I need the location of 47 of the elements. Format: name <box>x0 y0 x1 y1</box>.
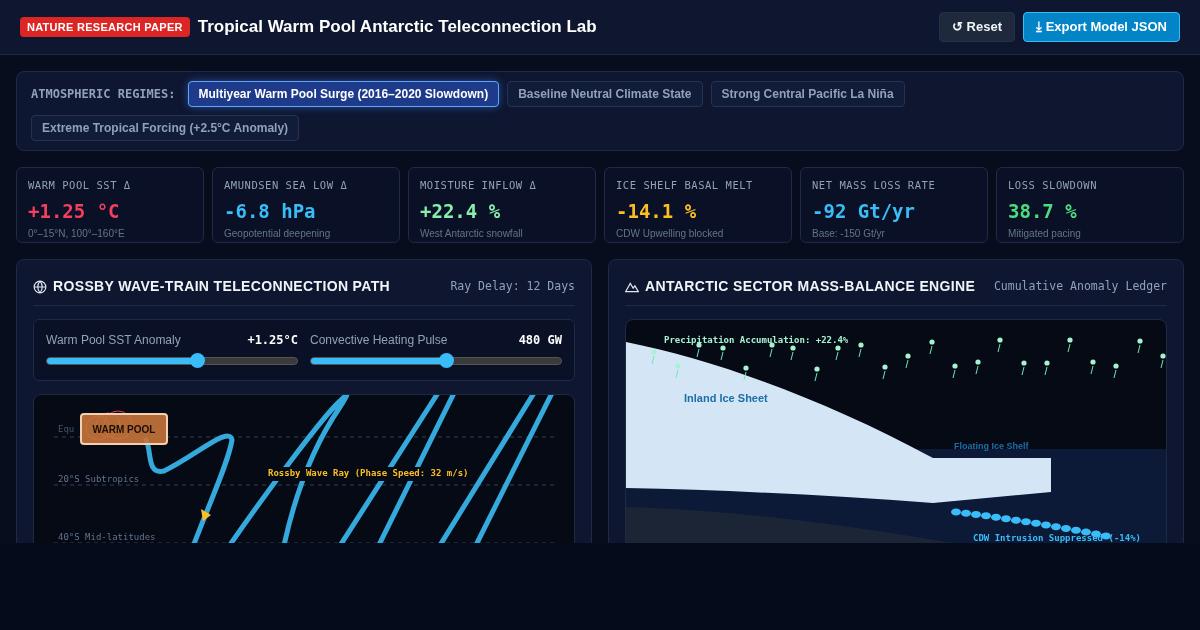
metric-note: Base: -150 Gt/yr <box>812 227 886 242</box>
ice-shelf-label: Floating Ice Shelf <box>954 440 1029 453</box>
warm-pool-node: WARM POOL <box>80 413 168 445</box>
metric-value: -14.1 % <box>616 198 698 224</box>
metric-label: ICE SHELF BASAL MELT <box>616 178 754 193</box>
panel-title: ROSSBY WAVE-TRAIN TELECONNECTION PATH <box>53 277 391 296</box>
metric-label: LOSS SLOWDOWN <box>1008 178 1098 193</box>
metric-label: WARM POOL SST Δ <box>28 178 132 193</box>
latitude-label: 40°S Mid-latitudes <box>58 531 156 543</box>
metric-note: CDW Upwelling blocked <box>616 227 725 242</box>
metric-value: -92 Gt/yr <box>812 198 916 224</box>
paper-badge: NATURE RESEARCH PAPER <box>20 16 190 38</box>
slider-label: Warm Pool SST Anomaly <box>46 332 181 349</box>
regime-tab[interactable]: Baseline Neutral Climate State <box>507 81 703 107</box>
panel-meta: Cumulative Anomaly Ledger <box>993 277 1167 295</box>
slider-reading: +1.25°C <box>247 332 298 349</box>
regime-tab[interactable]: Multiyear Warm Pool Surge (2016–2020 Slowdown) <box>187 81 500 107</box>
metric-value: 38.7 % <box>1008 198 1078 224</box>
export-button[interactable]: ⤓ Export Model JSON <box>1023 12 1180 42</box>
inland-ice-label: Inland Ice Sheet <box>684 391 768 406</box>
regime-tab[interactable]: Strong Central Pacific La Niña <box>710 81 905 107</box>
latitude-label: 20°S Subtropics <box>58 473 140 486</box>
slider-label: Convective Heating Pulse <box>310 332 448 349</box>
arrow-head-icon <box>201 509 211 521</box>
metric-note: Geopotential deepening <box>224 227 332 242</box>
metric-label: NET MASS LOSS RATE <box>812 178 937 193</box>
reset-button[interactable]: ↺ Reset <box>939 12 1016 42</box>
slider-thumb[interactable] <box>190 353 205 368</box>
regime-tab[interactable]: Extreme Tropical Forcing (+2.5°C Anomaly) <box>31 115 300 141</box>
panel-meta: Ray Delay: 12 Days <box>450 277 575 295</box>
latitude-label: Equ <box>58 423 75 436</box>
precipitation-label: Precipitation Accumulation: +22.4% <box>664 334 849 347</box>
metric-note: West Antarctic snowfall <box>420 227 524 242</box>
metric-label: MOISTURE INFLOW Δ <box>420 178 538 193</box>
slider-reading: 480 GW <box>518 332 562 349</box>
metric-label: AMUNDSEN SEA LOW Δ <box>224 178 349 193</box>
globe-icon <box>33 279 47 294</box>
metric-value: -6.8 hPa <box>224 198 317 224</box>
metric-note: Mitigated pacing <box>1008 227 1082 242</box>
metric-note: 0°–15°N, 100°–160°E <box>28 227 126 242</box>
slider-thumb[interactable] <box>439 353 454 368</box>
metric-value: +1.25 °C <box>28 198 121 224</box>
panel-title: ANTARCTIC SECTOR MASS-BALANCE ENGINE <box>645 277 976 296</box>
page-title: Tropical Warm Pool Antarctic Teleconnection Lab <box>197 16 597 39</box>
regime-label: ATMOSPHERIC REGIMES: <box>31 86 176 103</box>
metric-value: +22.4 % <box>420 198 502 224</box>
mountain-icon <box>625 280 639 293</box>
